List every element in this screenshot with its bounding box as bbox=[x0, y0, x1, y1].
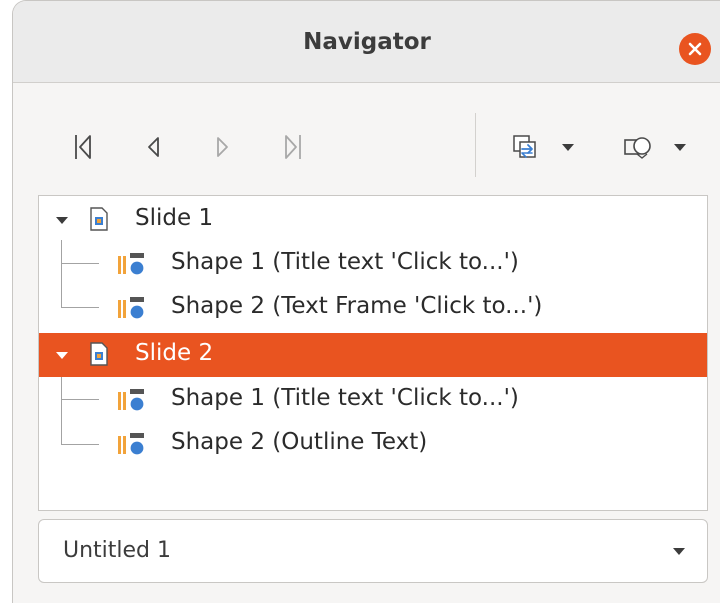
chevron-down-icon bbox=[562, 144, 574, 151]
tree-item-label: Slide 1 bbox=[135, 205, 214, 231]
shape-icon bbox=[118, 433, 145, 456]
tree-item-label: Slide 2 bbox=[135, 340, 214, 366]
tree-item-label: Shape 1 (Title text 'Click to...') bbox=[171, 385, 519, 411]
drag-mode-button[interactable] bbox=[503, 129, 583, 165]
next-slide-icon bbox=[217, 137, 228, 157]
tree-item-slide-1[interactable]: Slide 1 bbox=[39, 198, 707, 242]
title-bar[interactable]: Navigator bbox=[13, 1, 720, 83]
last-slide-icon bbox=[285, 135, 301, 159]
close-icon bbox=[688, 42, 702, 56]
first-slide-icon bbox=[75, 135, 91, 159]
navigation-toolbar bbox=[13, 83, 720, 195]
close-button[interactable] bbox=[679, 33, 711, 65]
expander-arrow-icon[interactable] bbox=[55, 351, 69, 360]
chevron-down-icon bbox=[673, 548, 685, 555]
last-slide-button[interactable] bbox=[275, 129, 311, 165]
first-slide-button[interactable] bbox=[65, 129, 101, 165]
expander-arrow-icon[interactable] bbox=[55, 216, 69, 225]
drag-mode-icon bbox=[513, 135, 536, 158]
previous-slide-icon bbox=[148, 137, 159, 157]
next-slide-button[interactable] bbox=[205, 129, 241, 165]
window-title: Navigator bbox=[303, 28, 431, 55]
navigator-tree[interactable]: Slide 1 Shape 1 (Title text 'Click to...… bbox=[38, 195, 708, 511]
show-shapes-icon bbox=[624, 137, 651, 159]
tree-item-shape[interactable]: Shape 1 (Title text 'Click to...') bbox=[39, 378, 707, 422]
tree-item-label: Shape 2 (Outline Text) bbox=[171, 429, 428, 455]
tree-item-label: Shape 2 (Text Frame 'Click to...') bbox=[171, 293, 543, 319]
navigator-window: Navigator Slide 1 Shape 1 (Title text 'C… bbox=[12, 0, 720, 603]
shape-icon bbox=[118, 389, 145, 412]
shape-icon bbox=[118, 297, 145, 320]
previous-slide-button[interactable] bbox=[135, 129, 171, 165]
tree-item-slide-2[interactable]: Slide 2 bbox=[39, 333, 707, 377]
tree-item-shape[interactable]: Shape 2 (Outline Text) bbox=[39, 422, 707, 466]
show-shapes-button[interactable] bbox=[613, 129, 697, 165]
tree-item-label: Shape 1 (Title text 'Click to...') bbox=[171, 249, 519, 275]
chevron-down-icon bbox=[674, 144, 686, 151]
document-select-value: Untitled 1 bbox=[63, 538, 172, 563]
tree-item-shape[interactable]: Shape 2 (Text Frame 'Click to...') bbox=[39, 286, 707, 330]
slide-icon bbox=[90, 342, 108, 366]
document-select[interactable]: Untitled 1 bbox=[38, 519, 708, 583]
shape-icon bbox=[118, 253, 145, 276]
tree-item-shape[interactable]: Shape 1 (Title text 'Click to...') bbox=[39, 242, 707, 286]
toolbar-separator bbox=[475, 113, 476, 177]
slide-icon bbox=[90, 207, 108, 231]
